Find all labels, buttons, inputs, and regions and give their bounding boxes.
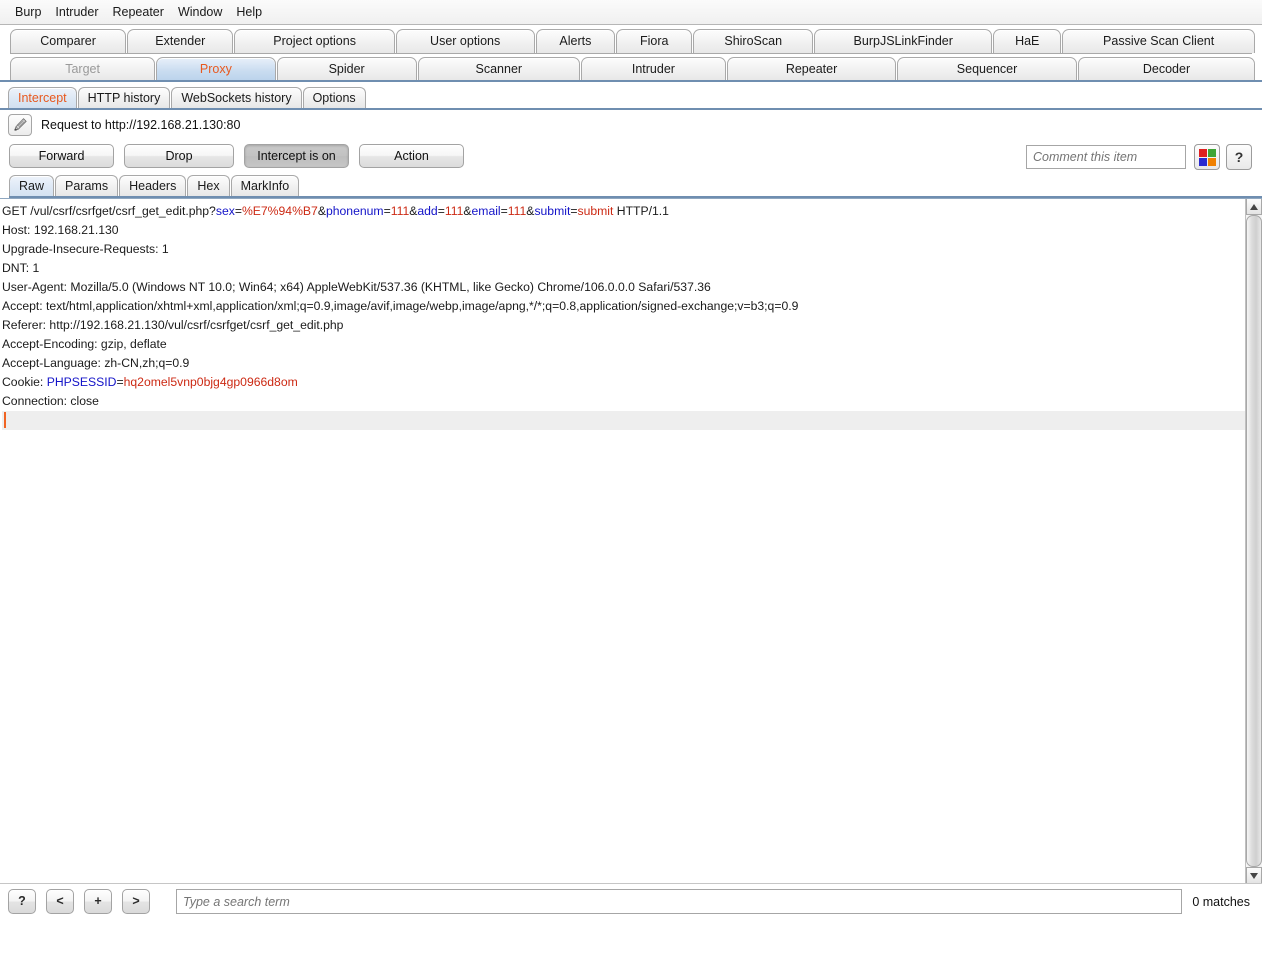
request-header-line: Connection: close xyxy=(2,394,99,408)
main-tab-passive-scan-client[interactable]: Passive Scan Client xyxy=(1062,29,1255,53)
editor-caret-line[interactable] xyxy=(2,411,1245,430)
highlight-color-icon[interactable] xyxy=(1194,144,1220,170)
intercept-action-bar: Forward Drop Intercept is on Action ? xyxy=(0,139,1262,173)
main-tab-strip: Comparer Extender Project options User opti… xyxy=(0,25,1262,80)
editor-scrollbar[interactable] xyxy=(1245,199,1262,883)
request-info-bar: Request to http://192.168.21.130:80 xyxy=(0,110,1262,139)
menu-item-help[interactable]: Help xyxy=(229,3,269,21)
tab-row-divider xyxy=(10,53,1252,54)
main-tab-burpjslinkfinder[interactable]: BurpJSLinkFinder xyxy=(814,29,993,53)
drop-button[interactable]: Drop xyxy=(124,144,234,168)
color-squares-icon xyxy=(1198,148,1216,166)
menu-bar: Burp Intruder Repeater Window Help xyxy=(0,0,1262,25)
editor-tab-bar: Raw Params Headers Hex MarkInfo xyxy=(0,173,1262,198)
search-next-button[interactable]: > xyxy=(122,889,150,914)
main-tab-spider[interactable]: Spider xyxy=(276,57,417,80)
request-header-line: User-Agent: Mozilla/5.0 (Windows NT 10.0… xyxy=(2,280,711,294)
main-tab-proxy[interactable]: Proxy xyxy=(156,57,276,80)
editor-tab-params[interactable]: Params xyxy=(55,175,119,196)
search-matches-label: 0 matches xyxy=(1192,894,1250,909)
main-tab-sequencer[interactable]: Sequencer xyxy=(897,57,1078,80)
main-tab-scanner[interactable]: Scanner xyxy=(417,57,580,80)
search-prev-button[interactable]: < xyxy=(46,889,74,914)
scrollbar-thumb[interactable] xyxy=(1246,215,1262,867)
main-tab-user-options[interactable]: User options xyxy=(395,29,535,53)
action-bar-right-group: ? xyxy=(1026,144,1252,170)
action-button[interactable]: Action xyxy=(359,144,464,168)
menu-item-window[interactable]: Window xyxy=(171,3,229,21)
request-header-line: Accept: text/html,application/xhtml+xml,… xyxy=(2,299,799,313)
request-header-line: DNT: 1 xyxy=(2,261,40,275)
search-help-button[interactable]: ? xyxy=(8,889,36,914)
editor-tab-row: Raw Params Headers Hex MarkInfo xyxy=(9,173,1262,196)
editor-tab-headers[interactable]: Headers xyxy=(119,175,187,196)
editor-tab-markinfo[interactable]: MarkInfo xyxy=(230,175,300,196)
request-header-line: Upgrade-Insecure-Requests: 1 xyxy=(2,242,169,256)
main-tab-comparer[interactable]: Comparer xyxy=(10,29,127,53)
request-raw-text[interactable]: GET /vul/csrf/csrfget/csrf_get_edit.php?… xyxy=(0,199,1245,883)
main-tab-shiroscan[interactable]: ShiroScan xyxy=(693,29,814,53)
intercept-toggle-button[interactable]: Intercept is on xyxy=(244,144,349,168)
main-tab-target: Target xyxy=(10,57,156,80)
request-editor: GET /vul/csrf/csrfget/csrf_get_edit.php?… xyxy=(0,198,1262,883)
editor-tab-raw[interactable]: Raw xyxy=(9,175,55,196)
request-header-line: Accept-Language: zh-CN,zh;q=0.9 xyxy=(2,356,190,370)
main-tab-row-top: Comparer Extender Project options User opti… xyxy=(6,25,1256,53)
help-button[interactable]: ? xyxy=(1226,144,1252,170)
scroll-up-arrow-icon[interactable] xyxy=(1246,199,1262,215)
pencil-icon[interactable] xyxy=(8,113,32,136)
menu-item-intruder[interactable]: Intruder xyxy=(48,3,105,21)
menu-item-repeater[interactable]: Repeater xyxy=(106,3,171,21)
request-target-label: Request to http://192.168.21.130:80 xyxy=(41,117,241,132)
request-line: GET /vul/csrf/csrfget/csrf_get_edit.php?… xyxy=(2,204,669,218)
text-caret xyxy=(4,412,6,428)
main-tab-alerts[interactable]: Alerts xyxy=(535,29,616,53)
request-header-line: Host: 192.168.21.130 xyxy=(2,223,119,237)
proxy-subtab-websockets-history[interactable]: WebSockets history xyxy=(171,87,302,108)
main-tab-repeater[interactable]: Repeater xyxy=(727,57,897,80)
editor-search-bar: ? < + > 0 matches xyxy=(0,883,1262,919)
main-tab-fiora[interactable]: Fiora xyxy=(616,29,693,53)
proxy-subtab-intercept[interactable]: Intercept xyxy=(8,87,77,108)
request-header-line: Accept-Encoding: gzip, deflate xyxy=(2,337,167,351)
menu-item-burp[interactable]: Burp xyxy=(8,3,48,21)
editor-tab-hex[interactable]: Hex xyxy=(187,175,230,196)
request-header-line: Referer: http://192.168.21.130/vul/csrf/… xyxy=(2,318,344,332)
main-tab-decoder[interactable]: Decoder xyxy=(1078,57,1255,80)
comment-input[interactable] xyxy=(1026,145,1186,169)
proxy-subtab-bar: Intercept HTTP history WebSockets history O… xyxy=(0,82,1262,108)
proxy-subtab-http-history[interactable]: HTTP history xyxy=(77,87,171,108)
proxy-subtab-row: Intercept HTTP history WebSockets history O… xyxy=(8,85,1262,108)
main-tab-hae[interactable]: HaE xyxy=(993,29,1062,53)
scroll-down-arrow-icon[interactable] xyxy=(1246,867,1262,883)
main-tab-project-options[interactable]: Project options xyxy=(234,29,395,53)
search-add-button[interactable]: + xyxy=(84,889,112,914)
proxy-subtab-options[interactable]: Options xyxy=(302,87,366,108)
request-cookie-line: Cookie: PHPSESSID=hq2omel5vnp0bjg4gp0966… xyxy=(2,375,298,389)
scrollbar-track[interactable] xyxy=(1246,215,1262,867)
main-tab-row-bottom: Target Proxy Spider Scanner Intruder Repeater… xyxy=(6,54,1256,80)
main-tab-extender[interactable]: Extender xyxy=(127,29,234,53)
forward-button[interactable]: Forward xyxy=(9,144,114,168)
search-input[interactable] xyxy=(176,889,1183,914)
main-tab-intruder[interactable]: Intruder xyxy=(580,57,727,80)
